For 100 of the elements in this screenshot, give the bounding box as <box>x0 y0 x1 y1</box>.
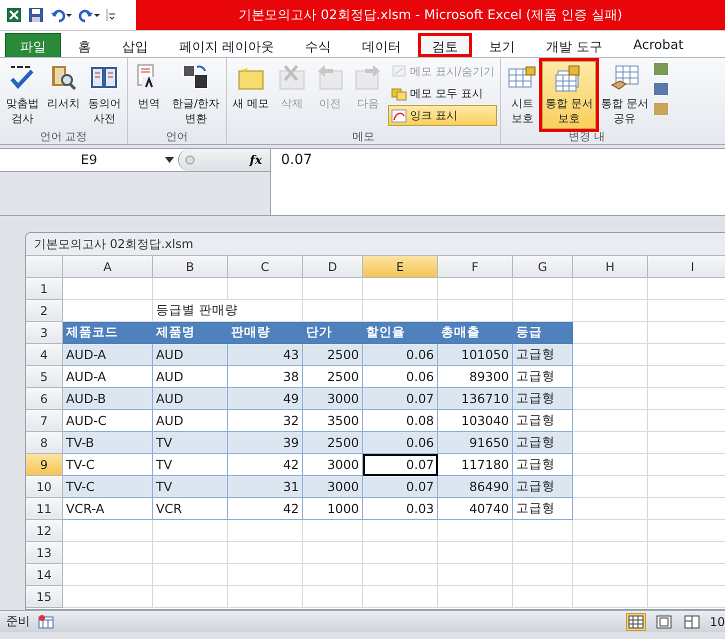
row-header[interactable]: 4 <box>26 344 63 366</box>
ribbon-tab[interactable]: 삽입 <box>108 33 162 57</box>
file-tab[interactable]: 파일 <box>5 33 61 57</box>
table-cell: 0.06 <box>363 432 438 454</box>
table-cell: 42 <box>228 498 303 520</box>
ribbon-tab[interactable]: 개발 도구 <box>532 33 616 57</box>
column-header[interactable]: A <box>63 256 153 278</box>
table-cell: 38 <box>228 366 303 388</box>
row-header[interactable]: 3 <box>26 322 63 344</box>
table-cell: 42 <box>228 454 303 476</box>
row-header[interactable]: 15 <box>26 586 63 608</box>
view-button[interactable] <box>654 612 674 630</box>
table-cell: 등급 <box>513 322 573 344</box>
table-cell: 3000 <box>303 476 363 498</box>
table-cell: AUD <box>153 366 228 388</box>
empty-cell <box>513 586 573 608</box>
zoom-level[interactable]: 10 <box>710 614 725 628</box>
table-cell: TV <box>153 476 228 498</box>
column-header[interactable]: G <box>513 256 573 278</box>
ribbon-tab[interactable]: 보기 <box>475 33 530 57</box>
tool-icon <box>391 108 408 124</box>
table-cell: TV-C <box>63 476 153 498</box>
table-cell: 2500 <box>303 432 363 454</box>
column-header[interactable]: C <box>228 256 303 278</box>
status-text: 준비 <box>6 613 30 630</box>
view-icon <box>656 614 672 628</box>
empty-cell <box>303 520 363 542</box>
insert-function-button[interactable]: fx <box>250 153 262 167</box>
row-header[interactable]: 13 <box>26 542 63 564</box>
ribbon-button[interactable]: 한글/한자 변환 <box>169 61 223 129</box>
ribbon-button[interactable]: 번역 <box>131 61 167 129</box>
column-header[interactable]: E <box>363 256 438 278</box>
view-button[interactable] <box>626 612 646 630</box>
table-cell: 제품코드 <box>63 322 153 344</box>
table-cell: 136710 <box>438 388 513 410</box>
view-icon <box>684 614 700 628</box>
table-cell: 31 <box>228 476 303 498</box>
name-box[interactable]: E9 <box>0 149 178 171</box>
row-header[interactable]: 14 <box>26 564 63 586</box>
row-header[interactable]: 10 <box>26 476 63 498</box>
window-title: 기본모의고사 02회정답.xlsm - Microsoft Excel (제품 인증 실패) <box>136 0 725 30</box>
table-cell: 고급형 <box>513 344 573 366</box>
table-cell: TV <box>153 454 228 476</box>
table-cell: 고급형 <box>513 366 573 388</box>
table-cell: 86490 <box>438 476 513 498</box>
table-cell: TV <box>153 432 228 454</box>
table-cell: 고급형 <box>513 454 573 476</box>
table-cell: 43 <box>228 344 303 366</box>
view-button[interactable] <box>682 612 702 630</box>
table-cell: 2500 <box>303 344 363 366</box>
table-cell: VCR <box>153 498 228 520</box>
ribbon-button[interactable]: 통합 문서 공유 <box>598 61 652 129</box>
ribbon-tab[interactable]: 데이터 <box>348 33 416 57</box>
workbook-title: 기본모의고사 02회정답.xlsm <box>26 233 725 256</box>
ribbon-button[interactable]: 잉크 표시 <box>388 105 498 126</box>
row-header[interactable]: 9 <box>26 454 63 476</box>
column-header[interactable]: I <box>648 256 725 278</box>
row-header[interactable]: 12 <box>26 520 63 542</box>
column-header[interactable]: B <box>153 256 228 278</box>
column-header[interactable]: F <box>438 256 513 278</box>
ribbon-button[interactable]: 메모 모두 표시 <box>388 83 498 104</box>
formula-field[interactable]: 0.07 <box>271 149 322 215</box>
ribbon-button[interactable]: 통합 문서 보호 <box>542 61 596 129</box>
empty-cell <box>513 542 573 564</box>
macro-record-icon <box>38 614 54 628</box>
row-header[interactable]: 11 <box>26 498 63 520</box>
column-header[interactable]: D <box>303 256 363 278</box>
table-cell: 0.06 <box>363 366 438 388</box>
ribbon-button[interactable]: 리서치 <box>44 61 83 129</box>
table-cell: 49 <box>228 388 303 410</box>
ribbon-tab[interactable]: 수식 <box>291 33 346 57</box>
table-cell: 1000 <box>303 498 363 520</box>
table-cell: VCR-A <box>63 498 153 520</box>
ribbon-button[interactable]: 동의어 사전 <box>85 61 124 129</box>
table-cell: AUD <box>153 344 228 366</box>
ribbon-tab[interactable]: Acrobat <box>619 33 698 57</box>
table-cell: 2500 <box>303 366 363 388</box>
row-header[interactable]: 2 <box>26 300 63 322</box>
row-header[interactable]: 1 <box>26 278 63 300</box>
table-cell: 101050 <box>438 344 513 366</box>
empty-cell <box>513 278 573 300</box>
ribbon-button[interactable]: 맞춤법 검사 <box>3 61 42 129</box>
row-header[interactable]: 6 <box>26 388 63 410</box>
row-header[interactable]: 5 <box>26 366 63 388</box>
ribbon-tab[interactable]: 홈 <box>64 33 105 57</box>
table-cell: 0.07 <box>363 388 438 410</box>
table-cell: 판매량 <box>228 322 303 344</box>
ribbon-tab[interactable]: 페이지 레이아웃 <box>165 33 288 57</box>
empty-cell <box>303 564 363 586</box>
table-cell: 3500 <box>303 410 363 432</box>
row-header[interactable]: 8 <box>26 432 63 454</box>
empty-cell <box>513 520 573 542</box>
table-cell: 103040 <box>438 410 513 432</box>
ribbon-button[interactable]: 새 메모 <box>230 61 272 129</box>
customize-icon <box>106 7 116 23</box>
row-header[interactable]: 7 <box>26 410 63 432</box>
ribbon-tab[interactable]: 검토 <box>418 33 472 57</box>
empty-cell <box>303 278 363 300</box>
table-cell: 고급형 <box>513 476 573 498</box>
column-header[interactable]: H <box>573 256 648 278</box>
